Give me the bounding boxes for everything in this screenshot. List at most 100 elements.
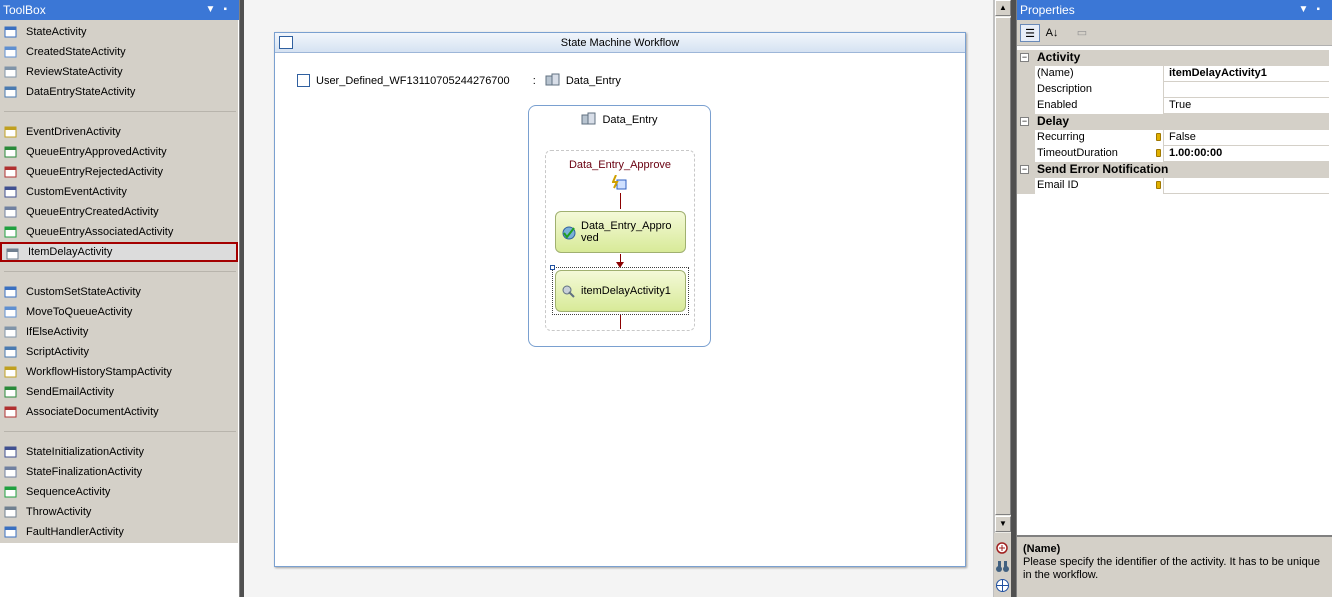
toolbox-item-reviewstateactivity[interactable]: ReviewStateActivity	[0, 62, 238, 82]
activity-icon	[6, 248, 19, 260]
property-value[interactable]: 1.00:00:00	[1167, 146, 1329, 162]
initial-state-link[interactable]: Data_Entry	[566, 75, 621, 87]
state-data-entry[interactable]: Data_Entry Data_Entry_Approve Data_Entry…	[528, 105, 711, 347]
toolbox-item-scriptactivity[interactable]: ScriptActivity	[0, 342, 238, 362]
binoculars-icon[interactable]	[995, 559, 1010, 574]
categorized-icon[interactable]: ☰	[1020, 24, 1040, 42]
toolbox-item-sequenceactivity[interactable]: SequenceActivity	[0, 482, 238, 502]
toolbox-item-queueentrycreatedactivity[interactable]: QueueEntryCreatedActivity	[0, 202, 238, 222]
toolbox-item-label: QueueEntryAssociatedActivity	[26, 226, 174, 238]
pin-icon[interactable]: ▪	[223, 4, 235, 15]
activity-data-entry-approved[interactable]: Data_Entry_Appro ved	[555, 211, 686, 253]
toolbox-item-queueentryapprovedactivity[interactable]: QueueEntryApprovedActivity	[0, 142, 238, 162]
collapse-icon[interactable]: −	[1020, 117, 1029, 126]
dropdown-icon[interactable]: ▼	[206, 4, 224, 15]
toolbox-item-statefinalizationactivity[interactable]: StateFinalizationActivity	[0, 462, 238, 482]
properties-title-bar: Properties ▼▪	[1017, 0, 1332, 20]
activity-icon	[4, 186, 17, 198]
property-category[interactable]: − Activity	[1017, 50, 1329, 66]
toolbox-item-dataentrystateactivity[interactable]: DataEntryStateActivity	[0, 82, 238, 102]
property-row[interactable]: (Name) itemDelayActivity1	[1017, 66, 1329, 82]
property-pages-icon[interactable]: ▭	[1072, 24, 1092, 42]
property-name: TimeoutDuration	[1035, 146, 1164, 162]
dropdown-icon[interactable]: ▼	[1299, 4, 1317, 15]
toolbox-item-label: CustomSetStateActivity	[26, 286, 141, 298]
toolbox-item-eventdrivenactivity[interactable]: EventDrivenActivity	[0, 122, 238, 142]
workflow-name[interactable]: User_Defined_WF13110705244276700	[316, 75, 510, 87]
state-machine-frame: State Machine Workflow User_Defined_WF13…	[274, 32, 966, 567]
property-description: (Name) Please specify the identifier of …	[1017, 535, 1332, 597]
toolbox-item-movetoqueueactivity[interactable]: MoveToQueueActivity	[0, 302, 238, 322]
designer-vertical-scrollbar[interactable]: ▲ ▼	[994, 0, 1011, 533]
separator: :	[532, 75, 536, 87]
toolbox-item-customeventactivity[interactable]: CustomEventActivity	[0, 182, 238, 202]
toolbox-item-stateinitializationactivity[interactable]: StateInitializationActivity	[0, 442, 238, 462]
activity-label: itemDelayActivity1	[581, 285, 671, 297]
toolbox-list: StateActivity CreatedStateActivity ReviewS…	[0, 20, 238, 543]
toolbox-item-throwactivity[interactable]: ThrowActivity	[0, 502, 238, 522]
toolbox-item-label: WorkflowHistoryStampActivity	[26, 366, 172, 378]
properties-toolbar: ☰ A↓ ▭	[1017, 20, 1332, 46]
property-name: Email ID	[1035, 178, 1164, 194]
state-name: Data_Entry	[602, 114, 658, 126]
state-icon	[545, 73, 560, 86]
toolbox-item-sendemailactivity[interactable]: SendEmailActivity	[0, 382, 238, 402]
property-value[interactable]: itemDelayActivity1	[1167, 66, 1329, 82]
property-value[interactable]	[1167, 82, 1329, 98]
toolbox-item-label: FaultHandlerActivity	[26, 526, 124, 538]
property-value[interactable]	[1167, 178, 1329, 194]
collapse-icon[interactable]: −	[1020, 53, 1029, 62]
toolbox-item-label: QueueEntryApprovedActivity	[26, 146, 167, 158]
toolbox-item-ifelseactivity[interactable]: IfElseActivity	[0, 322, 238, 342]
property-row[interactable]: TimeoutDuration 1.00:00:00	[1017, 146, 1329, 162]
toolbox-item-queueentryrejectedactivity[interactable]: QueueEntryRejectedActivity	[0, 162, 238, 182]
property-gutter	[1017, 146, 1035, 162]
property-row[interactable]: Email ID	[1017, 178, 1329, 194]
toolbox-item-label: SequenceActivity	[26, 486, 111, 498]
toolbox-item-itemdelayactivity[interactable]: ItemDelayActivity	[0, 242, 238, 262]
toolbox-item-stateactivity[interactable]: StateActivity	[0, 22, 238, 42]
pin-icon[interactable]: ▪	[1316, 4, 1328, 15]
property-name: Enabled	[1035, 98, 1164, 114]
toolbox-separator	[4, 111, 236, 112]
zoom-icon[interactable]	[995, 541, 1010, 556]
toolbox-item-associatedocumentactivity[interactable]: AssociateDocumentActivity	[0, 402, 238, 422]
toolbox-item-createdstateactivity[interactable]: CreatedStateActivity	[0, 42, 238, 62]
property-value[interactable]: True	[1167, 98, 1329, 114]
toolbox-item-label: AssociateDocumentActivity	[26, 406, 159, 418]
scroll-down-button[interactable]: ▼	[995, 516, 1011, 532]
property-row[interactable]: Enabled True	[1017, 98, 1329, 114]
properties-title: Properties	[1020, 3, 1075, 17]
toolbox-item-label: MoveToQueueActivity	[26, 306, 133, 318]
property-category[interactable]: − Send Error Notification	[1017, 162, 1329, 178]
activity-icon	[4, 166, 17, 178]
collapse-icon[interactable]: −	[1020, 165, 1029, 174]
property-name: Recurring	[1035, 130, 1164, 146]
toolbox-item-workflowhistorystampactivity[interactable]: WorkflowHistoryStampActivity	[0, 362, 238, 382]
state-icon	[581, 112, 596, 125]
toolbox-item-label: DataEntryStateActivity	[26, 86, 136, 98]
toolbox-item-label: IfElseActivity	[26, 326, 89, 338]
toolbox-item-label: StateInitializationActivity	[26, 446, 144, 458]
scroll-thumb[interactable]	[995, 17, 1011, 515]
scroll-up-button[interactable]: ▲	[995, 0, 1011, 16]
event-driven-activity[interactable]: Data_Entry_Approve Data_Entry_Appro ved i…	[545, 150, 695, 331]
toolbox-item-faulthandleractivity[interactable]: FaultHandlerActivity	[0, 522, 238, 542]
toolbox-item-label: CreatedStateActivity	[26, 46, 126, 58]
toolbox-item-queueentryassociatedactivity[interactable]: QueueEntryAssociatedActivity	[0, 222, 238, 242]
property-grid: − Activity (Name) itemDelayActivity1 Descrip…	[1017, 50, 1329, 194]
lock-icon	[1156, 149, 1161, 157]
toolbox-item-customsetstateactivity[interactable]: CustomSetStateActivity	[0, 282, 238, 302]
activity-icon	[4, 366, 17, 378]
activity-icon	[4, 486, 17, 498]
activity-item-delay[interactable]: itemDelayActivity1	[555, 270, 686, 312]
property-row[interactable]: Recurring False	[1017, 130, 1329, 146]
selection-handle[interactable]	[550, 265, 555, 270]
lock-icon	[1156, 133, 1161, 141]
activity-icon	[4, 46, 17, 58]
property-category[interactable]: − Delay	[1017, 114, 1329, 130]
property-row[interactable]: Description	[1017, 82, 1329, 98]
pan-icon[interactable]	[995, 578, 1010, 593]
alphabetical-icon[interactable]: A↓	[1042, 24, 1062, 42]
property-value[interactable]: False	[1167, 130, 1329, 146]
